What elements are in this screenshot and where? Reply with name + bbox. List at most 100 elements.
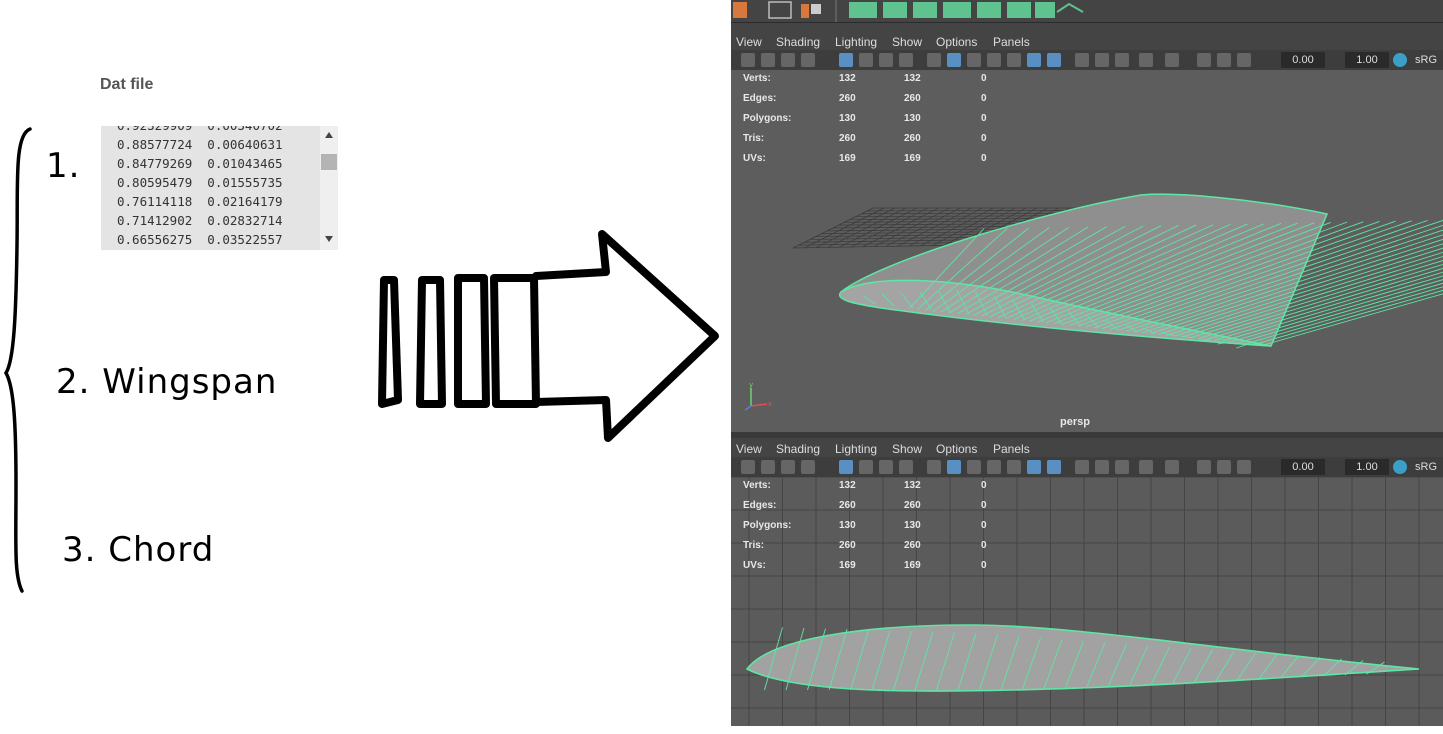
hud-b: 130	[904, 520, 921, 531]
scroll-up-icon[interactable]	[325, 132, 333, 138]
menu-shading[interactable]: Shading	[776, 442, 820, 456]
menu-show[interactable]: Show	[892, 35, 922, 49]
exposure-field[interactable]: 0.00	[1281, 459, 1325, 475]
viewport-tool-icon[interactable]	[1165, 53, 1179, 67]
gamma-field[interactable]: 1.00	[1345, 52, 1389, 68]
viewport-tool-icon[interactable]	[879, 53, 893, 67]
color-space-label[interactable]: sRG	[1415, 52, 1437, 68]
viewport-tool-icon[interactable]	[987, 460, 1001, 474]
menu-view[interactable]: View	[736, 442, 762, 456]
gamma-field[interactable]: 1.00	[1345, 459, 1389, 475]
hud-label: Tris:	[743, 540, 765, 551]
dat-file-scrollbar[interactable]	[320, 126, 338, 250]
panel-toolbar-bottom: 0.00 1.00 sRG	[731, 457, 1443, 477]
viewport-tool-icon[interactable]	[1197, 460, 1211, 474]
viewport-tool-icon[interactable]	[1027, 460, 1041, 474]
menu-show[interactable]: Show	[892, 442, 922, 456]
viewport-tool-icon[interactable]	[1139, 460, 1153, 474]
big-arrow-icon	[378, 230, 719, 442]
exposure-field[interactable]: 0.00	[1281, 52, 1325, 68]
menu-options[interactable]: Options	[936, 35, 977, 49]
viewport-tool-icon[interactable]	[1237, 460, 1251, 474]
viewport-tool-icon[interactable]	[899, 460, 913, 474]
hud-c: 0	[981, 560, 987, 571]
list-item-1: 1.	[46, 146, 81, 186]
menu-lighting[interactable]: Lighting	[835, 35, 877, 49]
viewport-tool-icon[interactable]	[801, 53, 815, 67]
scroll-down-icon[interactable]	[325, 236, 333, 242]
scroll-thumb[interactable]	[321, 154, 337, 170]
viewport-tool-icon[interactable]	[781, 53, 795, 67]
panel-divider[interactable]	[731, 432, 1443, 438]
svg-text:y: y	[749, 382, 753, 389]
side-viewport[interactable]: Verts: 132 132 0 Edges: 260 260 0 Polygons: 130 13…	[731, 476, 1443, 726]
hud-c: 0	[981, 540, 987, 551]
hud-a: 260	[839, 540, 856, 551]
menu-panels[interactable]: Panels	[993, 442, 1030, 456]
menu-view[interactable]: View	[736, 35, 762, 49]
viewport-tool-icon[interactable]	[1115, 460, 1129, 474]
viewport-tool-icon[interactable]	[1217, 53, 1231, 67]
viewport-tool-icon[interactable]	[1047, 53, 1061, 67]
viewport-tool-icon[interactable]	[987, 53, 1001, 67]
viewport-tool-icon[interactable]	[761, 53, 775, 67]
dat-row: 0.76114118 0.02164179	[117, 194, 283, 209]
viewport-tool-icon[interactable]	[801, 460, 815, 474]
hud-label: Polygons:	[743, 520, 792, 531]
hud-c: 0	[981, 500, 987, 511]
viewport-tool-icon[interactable]	[1075, 53, 1089, 67]
viewport-tool-icon[interactable]	[899, 53, 913, 67]
viewport-tool-icon[interactable]	[1007, 460, 1021, 474]
viewport-tool-icon[interactable]	[1047, 460, 1061, 474]
viewport-tool-icon[interactable]	[879, 460, 893, 474]
menu-options[interactable]: Options	[936, 442, 977, 456]
hud-b: 169	[904, 560, 921, 571]
viewport-tool-icon[interactable]	[1007, 53, 1021, 67]
viewport-tool-icon[interactable]	[927, 53, 941, 67]
viewport-tool-icon[interactable]	[741, 460, 755, 474]
hud-label: Edges:	[743, 93, 777, 104]
viewport-tool-icon[interactable]	[1197, 53, 1211, 67]
hud-c: 0	[981, 480, 987, 491]
viewport-tool-icon[interactable]	[1027, 53, 1041, 67]
persp-viewport[interactable]: Verts: 132 132 0 Edges: 260 260 0 Polygons: 130 13…	[731, 70, 1443, 432]
viewport-tool-icon[interactable]	[1075, 460, 1089, 474]
menu-shading[interactable]: Shading	[776, 35, 820, 49]
viewport-tool-icon[interactable]	[1095, 460, 1109, 474]
hud-label: UVs:	[743, 153, 766, 164]
dat-file-title: Dat file	[100, 76, 154, 93]
viewport-tool-icon[interactable]	[761, 460, 775, 474]
viewport-tool-icon[interactable]	[967, 460, 981, 474]
color-management-toggle-icon[interactable]	[1393, 53, 1407, 67]
viewport-tool-icon[interactable]	[927, 460, 941, 474]
viewport-tool-icon[interactable]	[741, 53, 755, 67]
hud-b: 260	[904, 93, 921, 104]
hud-b: 130	[904, 113, 921, 124]
menu-lighting[interactable]: Lighting	[835, 442, 877, 456]
svg-text:x: x	[768, 400, 772, 408]
viewport-tool-icon[interactable]	[859, 460, 873, 474]
hud-c: 0	[981, 153, 987, 164]
color-space-label[interactable]: sRG	[1415, 459, 1437, 475]
hud-label: Verts:	[743, 480, 771, 491]
color-management-toggle-icon[interactable]	[1393, 460, 1407, 474]
hud-label: Verts:	[743, 73, 771, 84]
viewport-tool-icon[interactable]	[1165, 460, 1179, 474]
dat-file-textarea[interactable]: 0.92329909 0.00340702 0.88577724 0.006406…	[101, 126, 338, 250]
viewport-tool-icon[interactable]	[1139, 53, 1153, 67]
camera-label: persp	[1060, 416, 1090, 428]
viewport-tool-icon[interactable]	[947, 460, 961, 474]
menu-panels[interactable]: Panels	[993, 35, 1030, 49]
viewport-tool-icon[interactable]	[947, 53, 961, 67]
viewport-tool-icon[interactable]	[1115, 53, 1129, 67]
viewport-tool-icon[interactable]	[781, 460, 795, 474]
viewport-tool-icon[interactable]	[967, 53, 981, 67]
dat-file-rows: 0.92329909 0.00340702 0.88577724 0.006406…	[117, 126, 283, 249]
viewport-tool-icon[interactable]	[1095, 53, 1109, 67]
viewport-tool-icon[interactable]	[839, 53, 853, 67]
viewport-tool-icon[interactable]	[1217, 460, 1231, 474]
viewport-tool-icon[interactable]	[859, 53, 873, 67]
dat-row: 0.88577724 0.00640631	[117, 137, 283, 152]
viewport-tool-icon[interactable]	[1237, 53, 1251, 67]
viewport-tool-icon[interactable]	[839, 460, 853, 474]
